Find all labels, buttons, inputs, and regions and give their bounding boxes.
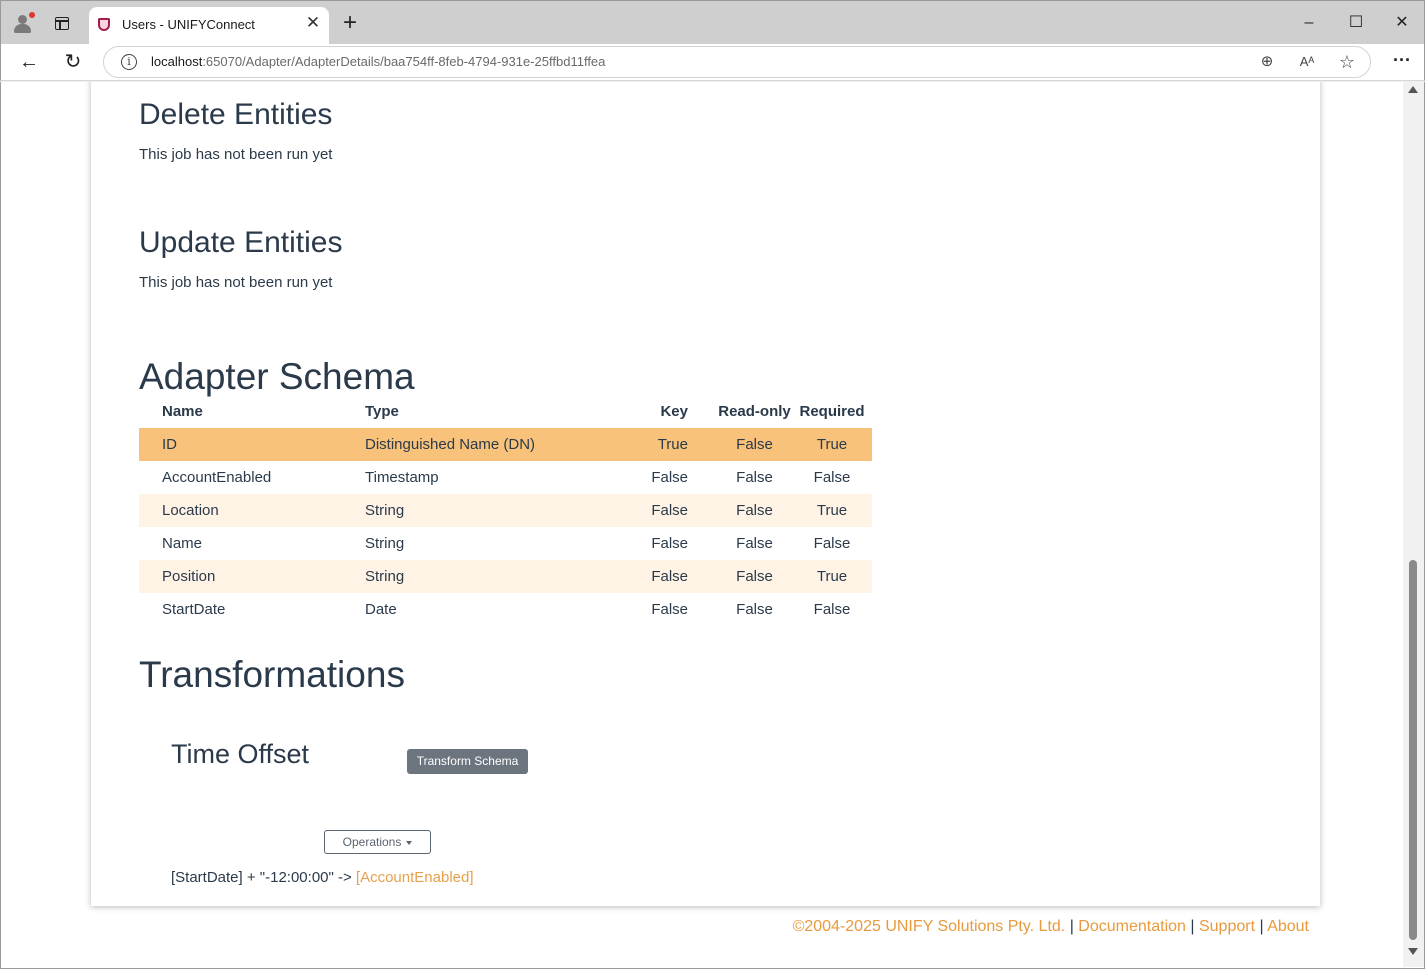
favorite-star-icon[interactable]: ☆: [1337, 52, 1357, 72]
footer-separator: |: [1185, 918, 1199, 935]
adapter-schema-heading: Adapter Schema: [139, 356, 415, 397]
transform-schema-button[interactable]: Transform Schema: [407, 749, 528, 774]
cell-required: False: [813, 535, 851, 552]
cell-readonly: False: [736, 535, 773, 552]
new-tab-button[interactable]: +: [339, 11, 361, 35]
cell-type: String: [365, 494, 625, 527]
scrollbar-thumb[interactable]: [1409, 560, 1417, 940]
tab-actions-icon[interactable]: [55, 17, 69, 30]
header-key[interactable]: Key: [625, 395, 717, 428]
cell-readonly: False: [736, 601, 773, 618]
transformation-title: Time Offset: [171, 739, 310, 769]
cell-type: Date: [365, 601, 397, 618]
documentation-link[interactable]: Documentation: [1078, 918, 1186, 935]
schema-table: Name Type Key Read-only Required ID Dist…: [139, 395, 872, 626]
header-name[interactable]: Name: [139, 395, 365, 428]
cell-type: String: [365, 535, 405, 552]
support-link[interactable]: Support: [1199, 918, 1255, 935]
delete-entities-status: This job has not been run yet: [139, 146, 333, 163]
tab-title: Users - UNIFYConnect: [122, 17, 255, 32]
cell-key: True: [625, 428, 717, 461]
zoom-icon[interactable]: ⊕: [1257, 52, 1277, 72]
more-menu-button[interactable]: ···: [1389, 48, 1415, 76]
minimize-button[interactable]: –: [1295, 9, 1323, 37]
tab-close-icon[interactable]: ✕: [304, 14, 322, 32]
footer-separator: |: [1255, 918, 1268, 935]
copyright-link[interactable]: ©2004-2025 UNIFY Solutions Pty. Ltd.: [793, 918, 1066, 935]
cell-name: ID: [139, 428, 365, 461]
caret-down-icon: [406, 840, 413, 845]
expression-text: [StartDate] + "-12:00:00" ->: [171, 869, 356, 886]
header-type[interactable]: Type: [365, 395, 625, 428]
site-info-icon[interactable]: i: [121, 54, 137, 70]
schema-table-header: Name Type Key Read-only Required: [139, 395, 872, 428]
page-viewport: Delete Entities This job has not been ru…: [0, 82, 1425, 969]
cell-key: False: [625, 560, 717, 593]
shield-favicon-icon: [98, 18, 110, 31]
cell-required: True: [792, 560, 872, 593]
scroll-up-arrow-icon[interactable]: [1408, 86, 1418, 93]
expression-target-link[interactable]: [AccountEnabled]: [356, 869, 474, 886]
close-window-button[interactable]: ✕: [1388, 9, 1416, 37]
operations-label: Operations: [342, 835, 402, 849]
update-entities-status: This job has not been run yet: [139, 274, 333, 291]
cell-name: AccountEnabled: [162, 469, 272, 486]
header-readonly[interactable]: Read-only: [717, 395, 792, 428]
cell-readonly: False: [717, 560, 792, 593]
table-row[interactable]: StartDate Date False False False: [139, 593, 872, 626]
maximize-button[interactable]: ☐: [1342, 9, 1370, 37]
cell-type: Timestamp: [365, 469, 439, 486]
cell-type: Distinguished Name (DN): [365, 428, 625, 461]
operations-dropdown-button[interactable]: Operations: [324, 830, 431, 854]
table-row[interactable]: Position String False False True: [139, 560, 872, 593]
transformation-expression: [StartDate] + "-12:00:00" -> [AccountEna…: [171, 869, 474, 886]
url-path: :65070/Adapter/AdapterDetails/baa754ff-8…: [202, 54, 606, 69]
address-bar[interactable]: i localhost:65070/Adapter/AdapterDetails…: [103, 46, 1371, 78]
browser-toolbar: ← ↻ i localhost:65070/Adapter/AdapterDet…: [0, 44, 1425, 81]
table-row[interactable]: ID Distinguished Name (DN) True False Tr…: [139, 428, 872, 461]
cell-readonly: False: [717, 428, 792, 461]
header-required[interactable]: Required: [792, 395, 872, 428]
delete-entities-heading: Delete Entities: [139, 98, 333, 131]
profile-icon[interactable]: [13, 12, 35, 33]
cell-required: True: [792, 494, 872, 527]
table-row[interactable]: Name String False False False: [139, 527, 872, 560]
browser-tab[interactable]: Users - UNIFYConnect ✕: [89, 7, 329, 45]
update-entities-heading: Update Entities: [139, 226, 343, 259]
table-row[interactable]: Location String False False True: [139, 494, 872, 527]
vertical-scrollbar[interactable]: [1403, 82, 1424, 967]
table-row[interactable]: AccountEnabled Timestamp False False Fal…: [139, 461, 872, 494]
cell-type: String: [365, 560, 625, 593]
cell-readonly: False: [717, 494, 792, 527]
back-button[interactable]: ←: [15, 48, 43, 76]
refresh-button[interactable]: ↻: [59, 48, 87, 76]
content-card: Delete Entities This job has not been ru…: [91, 82, 1320, 906]
about-link[interactable]: About: [1267, 918, 1309, 935]
scroll-down-arrow-icon[interactable]: [1408, 948, 1418, 955]
cell-required: False: [813, 601, 851, 618]
cell-name: Position: [139, 560, 365, 593]
browser-titlebar: Users - UNIFYConnect ✕ + – ☐ ✕: [0, 0, 1425, 45]
cell-key: False: [651, 601, 688, 618]
cell-key: False: [625, 494, 717, 527]
transformations-heading: Transformations: [139, 654, 405, 695]
cell-key: False: [651, 535, 688, 552]
read-aloud-icon[interactable]: Aᴬ: [1297, 52, 1317, 72]
cell-name: Location: [139, 494, 365, 527]
url-text[interactable]: localhost:65070/Adapter/AdapterDetails/b…: [151, 54, 605, 69]
url-host: localhost: [151, 54, 203, 69]
cell-name: Name: [162, 535, 203, 552]
cell-name: StartDate: [162, 601, 226, 618]
footer-separator: |: [1065, 918, 1079, 935]
cell-required: True: [792, 428, 872, 461]
cell-required: False: [813, 469, 851, 486]
page-footer: ©2004-2025 UNIFY Solutions Pty. Ltd. | D…: [793, 918, 1309, 936]
cell-key: False: [651, 469, 688, 486]
cell-readonly: False: [736, 469, 773, 486]
